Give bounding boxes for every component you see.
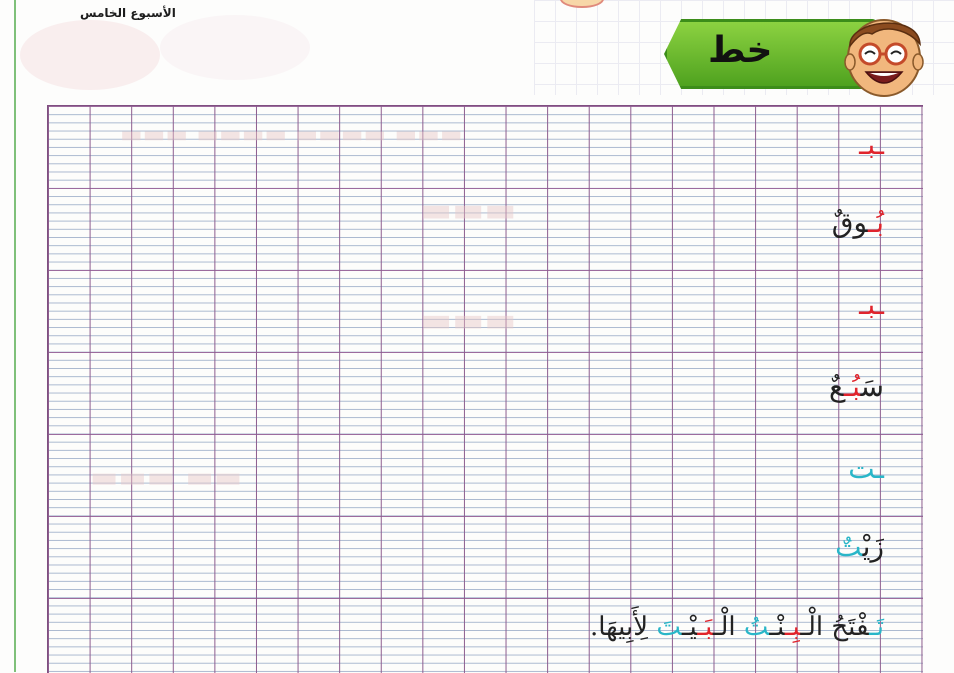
practice-row-t: ـت	[848, 452, 884, 485]
letter-segment: تٌ	[835, 530, 863, 563]
letter-segment: تَـ	[869, 612, 884, 642]
practice-row-bouq: بُـوقٌ	[832, 206, 884, 239]
watermark-text: ▬▬ ▬▬▬	[90, 460, 243, 495]
decorative-blob	[160, 15, 310, 80]
letter-segment: فْتَحُ الْـ	[800, 612, 870, 642]
letter-segment: نْـ	[769, 612, 785, 642]
watermark-text: ▬▬▬ ▬▬▬▬ ▬▬▬▬ ▬▬▬	[120, 120, 463, 148]
letter-segment: لِأَبِيهَا.	[590, 612, 657, 642]
letter-segment: ـبـ	[859, 288, 884, 321]
practice-row-sab: سَبُـعٌ	[829, 370, 884, 403]
letter-segment: بُـ	[843, 370, 861, 403]
letter-segment: تُ	[743, 612, 770, 642]
smiling-boy-with-glasses-icon	[844, 19, 924, 97]
letter-segment: بِـ	[784, 612, 801, 642]
decorative-blob	[20, 20, 160, 90]
letter-segment: سَ	[860, 370, 884, 403]
practice-row-b-final: ـبـ	[859, 128, 884, 161]
letter-segment: بُـ	[868, 206, 884, 239]
letter-segment: عٌ	[828, 370, 844, 403]
letter-segment: تَ	[656, 612, 682, 642]
practice-row-b-medial: ـبـ	[859, 288, 884, 321]
letter-segment: ـبـ	[859, 128, 884, 161]
letter-segment: وقٌ	[831, 206, 868, 239]
practice-sentence: تَـفْتَحُ الْـبِـنْـتُ الْـبَـيْـتَ لِأَ…	[590, 612, 884, 642]
watermark-text: ▬▬▬	[420, 190, 517, 230]
letter-segment: ـت	[848, 452, 884, 485]
practice-row-zayt: زَيْتٌ	[835, 530, 884, 563]
letter-segment: زَيْ	[862, 530, 884, 563]
page-edge-line	[14, 0, 16, 672]
letter-segment: يْـ	[681, 612, 698, 642]
section-title: خط	[708, 30, 773, 71]
week-label: الأسبوع الخامس	[80, 6, 176, 20]
letter-segment: الْـ	[712, 612, 744, 642]
watermark-text: ▬▬▬	[420, 300, 517, 340]
letter-segment: بَـ	[697, 612, 713, 642]
